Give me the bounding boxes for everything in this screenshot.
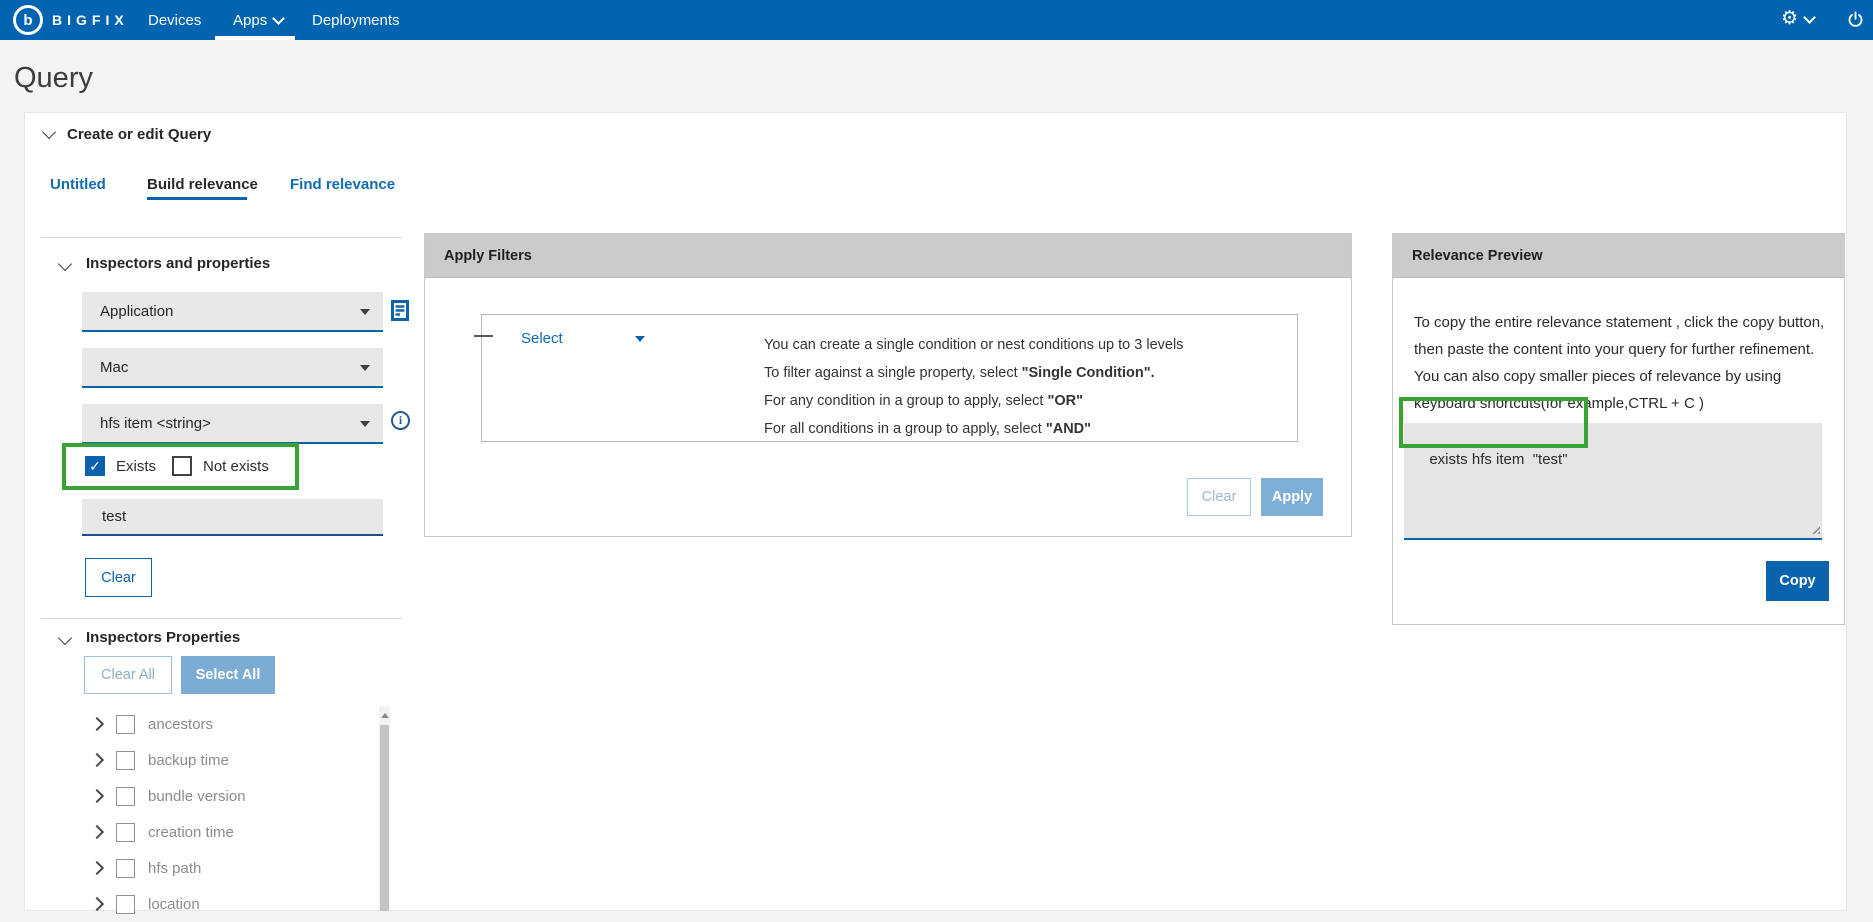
nav-apps-label: Apps (233, 12, 267, 29)
help-line: To filter against a single property, sel… (764, 365, 1155, 381)
expand-chevron-icon[interactable] (90, 789, 104, 803)
bigfix-logo[interactable]: b BIGFIX (13, 0, 129, 40)
chevron-down-icon (1803, 11, 1816, 24)
property-label: ancestors (148, 716, 213, 733)
brand-text: BIGFIX (52, 12, 129, 28)
section-title: Create or edit Query (67, 126, 211, 143)
tab-build-relevance[interactable]: Build relevance (147, 176, 258, 193)
property-checkbox[interactable] (116, 859, 135, 878)
page-title: Query (14, 62, 93, 95)
property-tree-row: hfs path (84, 850, 364, 886)
relevance-preview-header: Relevance Preview (1393, 234, 1844, 278)
platform-dropdown-value: Mac (100, 359, 128, 376)
chevron-down-icon (360, 365, 370, 371)
property-tree-row: location (84, 886, 364, 922)
property-value-input[interactable] (82, 499, 383, 536)
select-all-button[interactable]: Select All (181, 656, 275, 694)
relevance-text: exists hfs item "test" (1429, 451, 1567, 468)
resize-handle[interactable] (1810, 524, 1820, 534)
chevron-down-icon (360, 309, 370, 315)
help-line: You can create a single condition or nes… (764, 337, 1183, 353)
relevance-textarea[interactable]: exists hfs item "test" (1404, 423, 1822, 540)
info-icon[interactable]: i (391, 411, 410, 430)
divider (41, 237, 402, 238)
settings-menu-button[interactable]: ⚙ (1781, 8, 1814, 30)
tab-untitled[interactable]: Untitled (50, 176, 106, 193)
checkmark-icon: ✓ (89, 458, 101, 475)
apply-button[interactable]: Apply (1261, 478, 1323, 516)
property-tree-row: ancestors (84, 706, 364, 742)
property-tree-row: bundle version (84, 778, 364, 814)
nav-item-devices[interactable]: Devices (148, 0, 201, 40)
copy-button[interactable]: Copy (1766, 561, 1829, 601)
property-label: bundle version (148, 788, 246, 805)
property-checkbox[interactable] (116, 787, 135, 806)
power-icon (1847, 10, 1864, 29)
expand-chevron-icon[interactable] (90, 897, 104, 911)
tab-find-relevance[interactable]: Find relevance (290, 176, 395, 193)
scrollbar-up-icon[interactable] (381, 713, 389, 718)
property-tree-row: creation time (84, 814, 364, 850)
property-tree-row: backup time (84, 742, 364, 778)
chevron-down-icon (272, 12, 285, 25)
property-dropdown[interactable]: hfs item <string> (82, 404, 383, 444)
apply-filters-title: Apply Filters (444, 248, 532, 264)
nav-item-apps[interactable]: Apps (233, 0, 283, 40)
logout-button[interactable] (1847, 10, 1864, 34)
top-navbar: b BIGFIX Devices Apps Deployments ⚙ (0, 0, 1873, 40)
inspectors-title: Inspectors and properties (86, 255, 270, 272)
nav-item-deployments[interactable]: Deployments (312, 0, 400, 40)
property-label: backup time (148, 752, 229, 769)
chevron-down-icon (360, 421, 370, 427)
nav-devices-label: Devices (148, 12, 201, 29)
property-dropdown-value: hfs item <string> (100, 415, 211, 432)
not-exists-label: Not exists (203, 458, 269, 475)
clear-all-button[interactable]: Clear All (84, 656, 172, 694)
property-label: location (148, 896, 200, 913)
tab-active-underline (147, 197, 247, 200)
chevron-down-icon (635, 336, 645, 342)
expand-chevron-icon[interactable] (90, 861, 104, 875)
expand-chevron-icon[interactable] (90, 825, 104, 839)
nav-active-underline (215, 36, 295, 40)
condition-select-dropdown[interactable]: Select (521, 330, 645, 347)
expand-chevron-icon[interactable] (90, 717, 104, 731)
property-label: hfs path (148, 860, 201, 877)
expand-chevron-icon[interactable] (90, 753, 104, 767)
apply-filters-header: Apply Filters (425, 234, 1351, 278)
clear-button[interactable]: Clear (85, 558, 152, 597)
property-checkbox[interactable] (116, 751, 135, 770)
divider (41, 618, 402, 619)
platform-dropdown[interactable]: Mac (82, 348, 383, 388)
bigfix-logo-icon: b (13, 5, 43, 35)
inspector-dropdown-value: Application (100, 303, 173, 320)
relevance-description: To copy the entire relevance statement ,… (1414, 309, 1828, 417)
help-line: For any condition in a group to apply, s… (764, 393, 1083, 409)
property-label: creation time (148, 824, 234, 841)
nav-deployments-label: Deployments (312, 12, 400, 29)
tree-connector-dash (474, 335, 493, 337)
property-checkbox[interactable] (116, 715, 135, 734)
clear-filters-button[interactable]: Clear (1187, 478, 1251, 516)
exists-checkbox[interactable]: ✓ (85, 456, 105, 476)
tree-scrollbar[interactable] (379, 706, 390, 911)
help-line: For all conditions in a group to apply, … (764, 421, 1091, 437)
not-exists-checkbox[interactable] (172, 456, 192, 476)
catalog-icon[interactable] (391, 300, 409, 326)
inspector-dropdown[interactable]: Application (82, 292, 383, 332)
exists-label: Exists (116, 458, 156, 475)
condition-select-label: Select (521, 330, 563, 347)
gear-icon: ⚙ (1781, 8, 1798, 30)
properties-title: Inspectors Properties (86, 629, 240, 646)
property-checkbox[interactable] (116, 823, 135, 842)
relevance-preview-title: Relevance Preview (1412, 248, 1543, 264)
scrollbar-thumb[interactable] (380, 725, 389, 911)
